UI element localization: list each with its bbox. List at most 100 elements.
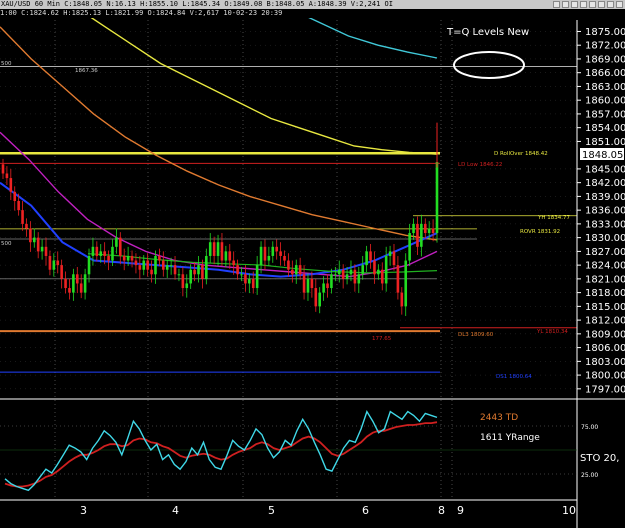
candle-body [216,242,220,256]
candle-body [177,274,181,276]
candle-body [232,260,235,266]
chart-title: T=Q Levels New [446,27,529,38]
candle-body [326,283,329,289]
y-tick-label: 1797.00 [585,384,625,395]
x-tick-label: 9 [457,504,464,517]
candle-body [400,292,404,307]
cursor-icon[interactable] [562,1,569,8]
candle-body [330,274,333,289]
candle-body [388,251,392,256]
candle-body [13,191,17,201]
candle-body [345,274,349,279]
y-tick-label: 1809.00 [585,329,625,340]
candle-body [341,269,345,279]
x-tick-label: 10 [562,504,576,517]
chart-background [0,0,625,528]
candle-body [337,269,341,275]
candle-body [263,246,267,261]
ds1-label: DS1 1800.64 [496,374,532,380]
candle-body [72,274,75,293]
candle-body [435,162,439,234]
candle-body [423,223,427,234]
candle-body [193,269,196,275]
candle-body [251,278,255,289]
low-label: LD Low 1846.22 [458,162,502,168]
candle-body [212,242,216,256]
y-tick-label: 1815.00 [585,302,625,313]
candle-body [91,246,95,256]
candle-body [32,237,36,243]
candle-body [5,173,9,179]
candle-body [138,265,142,270]
y-tick-label: 1806.00 [585,343,625,354]
stoch-tick-label: 75.00 [581,424,598,431]
td-label: 2443 TD [480,413,518,423]
candle-body [56,260,60,266]
candle-body [17,200,20,211]
candle-body [162,260,165,270]
zoom-icon[interactable] [571,1,578,8]
dl3-left-label: 177.65 [372,336,392,342]
candle-body [267,255,271,261]
left-500-top: 500 [1,61,12,67]
candle-body [130,255,134,261]
candle-body [103,251,106,256]
candle-body [334,274,337,276]
candle-body [380,269,384,284]
candle-body [361,265,365,275]
minimize-icon[interactable] [598,1,605,8]
rollover-label: D RollOver 1848.42 [494,151,548,157]
y-tick-label: 1875.00 [585,27,625,38]
candle-body [169,265,173,267]
candle-body [60,265,63,279]
candle-body [283,255,286,261]
y-tick-label: 1824.00 [585,261,625,272]
candle-body [75,274,79,284]
candle-body [189,269,192,284]
candle-body [197,265,200,275]
candle-body [173,265,177,275]
y-tick-label: 1869.00 [585,54,625,65]
candle-body [48,255,52,270]
yrange-label: 1611 YRange [480,433,540,443]
bar-info-line: 1:00 C:1824.62 H:1825.13 L:1821.99 O:182… [0,9,625,18]
grid-icon[interactable] [553,1,560,8]
candle-body [294,265,298,275]
y-tick-label: 1866.00 [585,68,625,79]
y-tick-label: 1821.00 [585,274,625,285]
candle-body [412,223,415,234]
y-tick-label: 1827.00 [585,247,625,258]
candle-body [220,242,224,261]
x-tick-label: 6 [362,504,369,517]
rovr-label: ROVR 1831.92 [520,229,560,235]
close-icon[interactable] [616,1,623,8]
candle-body [40,246,44,252]
candle-body [291,269,294,275]
y-tick-label: 1842.00 [585,178,625,189]
candle-body [52,260,56,270]
settings-icon[interactable] [589,1,596,8]
candle-body [259,246,263,266]
candle-body [87,255,91,275]
lock-icon[interactable] [580,1,587,8]
symbol-quote: XAU/USD 60 Min C:1848.05 N:16.13 H:1855.… [1,0,393,8]
left-500-mid: 500 [1,241,12,247]
candle-body [310,278,314,289]
candle-body [271,246,275,256]
y-tick-label: 1836.00 [585,206,625,217]
price-badge-text: 1848.05 [582,150,623,161]
x-tick-label: 4 [172,504,179,517]
candle-body [287,260,290,270]
candle-body [377,269,380,275]
x-tick-label: 3 [80,504,87,517]
candle-body [122,255,126,261]
sto-label: STO 20, [580,453,619,464]
y-tick-label: 1839.00 [585,192,625,203]
candle-body [318,292,322,307]
candle-body [9,178,13,192]
y-tick-label: 1851.00 [585,137,625,148]
maximize-icon[interactable] [607,1,614,8]
yl-label: YL 1810.34 [536,329,568,335]
candle-body [68,288,71,293]
candle-body [208,242,212,256]
